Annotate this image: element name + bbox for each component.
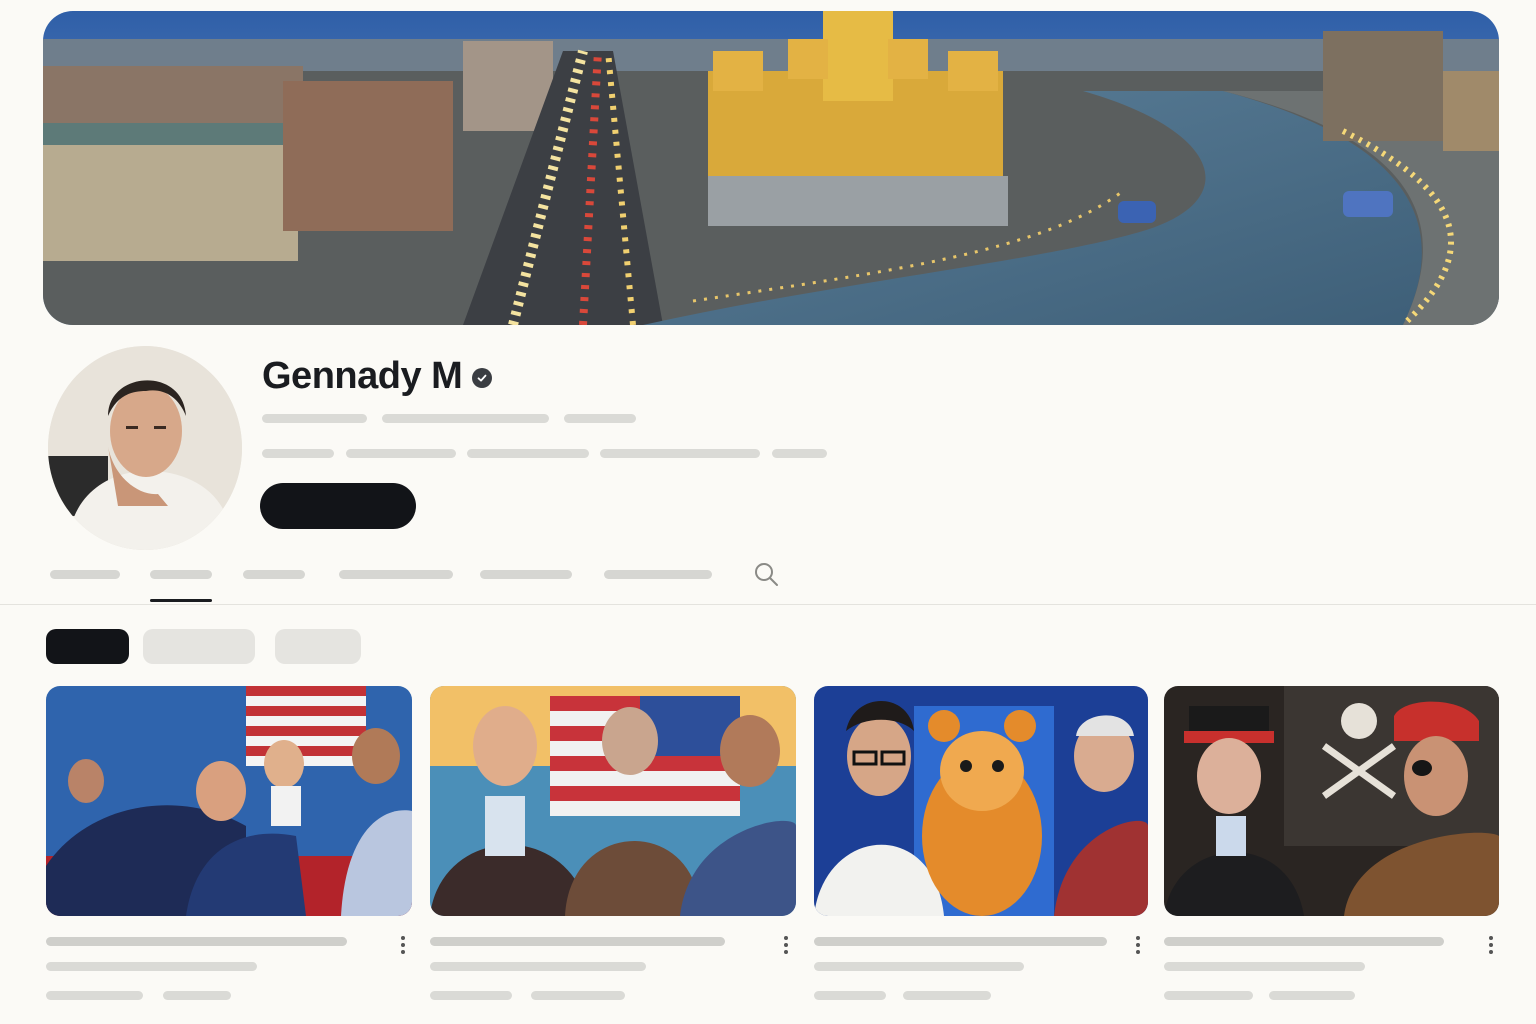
video-thumbnail[interactable] xyxy=(46,686,412,916)
tab-home[interactable] xyxy=(50,570,120,579)
description-placeholder[interactable] xyxy=(346,449,456,458)
description-placeholder[interactable] xyxy=(262,449,334,458)
tab-playlists[interactable] xyxy=(480,570,572,579)
channel-avatar[interactable] xyxy=(48,346,242,550)
chip-popular[interactable] xyxy=(143,629,255,664)
search-icon[interactable] xyxy=(752,560,780,588)
channel-handle-placeholder xyxy=(262,414,367,423)
video-count-placeholder xyxy=(564,414,636,423)
tab-shorts[interactable] xyxy=(243,570,305,579)
channel-banner xyxy=(43,11,1499,325)
chip-latest[interactable] xyxy=(46,629,129,664)
more-vert-icon[interactable] xyxy=(1133,934,1143,956)
channel-name-row: Gennady M xyxy=(262,352,493,400)
video-date-placeholder xyxy=(163,991,231,1000)
description-placeholder[interactable] xyxy=(467,449,589,458)
video-date-placeholder xyxy=(1269,991,1355,1000)
video-thumbnail[interactable] xyxy=(430,686,796,916)
verified-check-icon xyxy=(472,368,493,388)
video-views-placeholder xyxy=(46,991,143,1000)
video-date-placeholder xyxy=(903,991,991,1000)
tab-videos[interactable] xyxy=(150,570,212,579)
more-vert-icon[interactable] xyxy=(398,934,408,956)
subscriber-count-placeholder xyxy=(382,414,549,423)
more-vert-icon[interactable] xyxy=(1486,934,1496,956)
tabs-divider xyxy=(0,604,1536,605)
description-placeholder[interactable] xyxy=(600,449,760,458)
video-title-placeholder[interactable] xyxy=(430,937,725,946)
subscribe-button[interactable] xyxy=(260,483,416,529)
video-title-placeholder[interactable] xyxy=(46,962,257,971)
chip-oldest[interactable] xyxy=(275,629,361,664)
tab-community[interactable] xyxy=(604,570,712,579)
video-title-placeholder[interactable] xyxy=(430,962,646,971)
channel-tabs xyxy=(0,560,1536,606)
description-placeholder[interactable] xyxy=(772,449,827,458)
active-tab-indicator xyxy=(150,599,212,602)
video-views-placeholder xyxy=(1164,991,1253,1000)
channel-name: Gennady M xyxy=(262,354,463,397)
video-title-placeholder[interactable] xyxy=(46,937,347,946)
video-thumbnail[interactable] xyxy=(1164,686,1499,916)
tab-live[interactable] xyxy=(339,570,453,579)
video-date-placeholder xyxy=(531,991,625,1000)
video-title-placeholder[interactable] xyxy=(1164,937,1444,946)
video-title-placeholder[interactable] xyxy=(814,937,1107,946)
video-views-placeholder xyxy=(814,991,886,1000)
video-thumbnail[interactable] xyxy=(814,686,1148,916)
video-views-placeholder xyxy=(430,991,512,1000)
more-vert-icon[interactable] xyxy=(781,934,791,956)
video-title-placeholder[interactable] xyxy=(1164,962,1365,971)
video-title-placeholder[interactable] xyxy=(814,962,1024,971)
